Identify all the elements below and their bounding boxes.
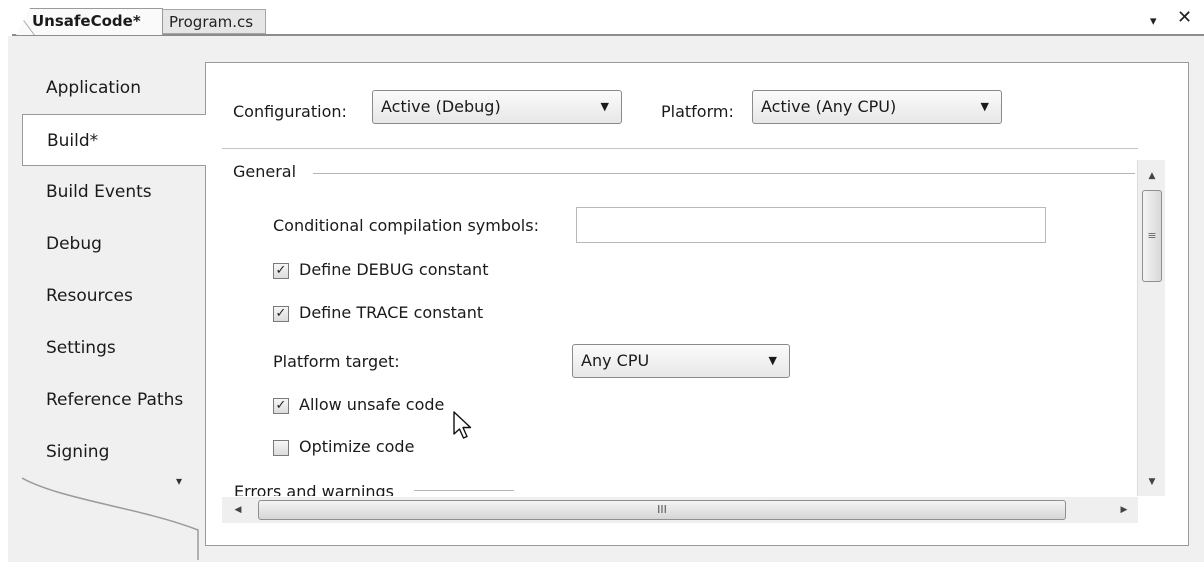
toolbar-separator	[222, 148, 1138, 149]
scroll-right-arrow-icon[interactable]: ▶	[1112, 497, 1136, 523]
doc-tab-program-cs[interactable]: Program.cs	[162, 9, 266, 34]
side-tab-debug[interactable]: Debug	[22, 218, 198, 270]
side-tab-settings[interactable]: Settings	[22, 322, 198, 374]
conditional-symbols-label: Conditional compilation symbols:	[273, 216, 539, 235]
scroll-up-arrow-icon[interactable]: ▲	[1138, 164, 1166, 188]
window-menu-dropdown-icon[interactable]: ▾	[1150, 12, 1157, 32]
errors-warnings-section-title-clipped: Errors and warnings	[234, 484, 434, 496]
platform-label: Platform:	[661, 102, 734, 121]
allow-unsafe-label: Allow unsafe code	[299, 395, 445, 414]
vertical-scroll-thumb[interactable]: ≡	[1142, 190, 1162, 282]
define-trace-label: Define TRACE constant	[299, 303, 484, 322]
scroll-down-arrow-icon[interactable]: ▼	[1138, 470, 1166, 494]
side-tab-reference-paths[interactable]: Reference Paths	[22, 374, 198, 426]
errors-warnings-label: Errors and warnings	[234, 484, 395, 496]
optimize-code-checkbox[interactable]	[273, 440, 289, 456]
optimize-code-label: Optimize code	[299, 437, 415, 456]
define-debug-checkbox[interactable]: ✓	[273, 263, 289, 279]
platform-value: Active (Any CPU)	[761, 97, 897, 116]
platform-target-value: Any CPU	[581, 351, 650, 370]
doc-tab-unsafecode[interactable]: UnsafeCode*	[16, 8, 163, 35]
side-tab-application[interactable]: Application	[22, 62, 198, 114]
platform-target-combo[interactable]: Any CPU ▼	[572, 344, 790, 378]
chevron-down-icon: ▼	[600, 100, 609, 113]
close-icon[interactable]: ✕	[1177, 8, 1192, 28]
define-trace-checkbox[interactable]: ✓	[273, 306, 289, 322]
define-debug-label: Define DEBUG constant	[299, 260, 489, 279]
horizontal-scrollbar[interactable]: ◀ III ▶	[222, 497, 1138, 523]
document-tab-strip: UnsafeCode* Program.cs ▾ ✕	[0, 0, 1204, 36]
side-tab-build-events[interactable]: Build Events	[22, 166, 198, 218]
chevron-down-icon: ▼	[768, 354, 777, 367]
vertical-scrollbar[interactable]: ▲ ≡ ▼	[1137, 160, 1165, 496]
configuration-combo[interactable]: Active (Debug) ▼	[372, 90, 622, 124]
conditional-symbols-input[interactable]	[576, 207, 1046, 243]
tab-column-curve	[22, 477, 199, 560]
horizontal-scroll-thumb[interactable]: III	[258, 500, 1066, 520]
errors-warnings-rule	[414, 490, 514, 491]
platform-combo[interactable]: Active (Any CPU) ▼	[752, 90, 1002, 124]
platform-target-label: Platform target:	[273, 352, 400, 371]
configuration-label: Configuration:	[233, 102, 347, 121]
configuration-value: Active (Debug)	[381, 97, 501, 116]
mouse-pointer-icon	[453, 411, 472, 439]
scroll-left-arrow-icon[interactable]: ◀	[226, 497, 250, 523]
chevron-down-icon: ▼	[980, 100, 989, 113]
general-section-title: General	[233, 162, 297, 181]
general-section-rule	[313, 173, 1135, 174]
side-tab-resources[interactable]: Resources	[22, 270, 198, 322]
side-tab-build[interactable]: Build*	[22, 114, 206, 166]
allow-unsafe-checkbox[interactable]: ✓	[273, 398, 289, 414]
